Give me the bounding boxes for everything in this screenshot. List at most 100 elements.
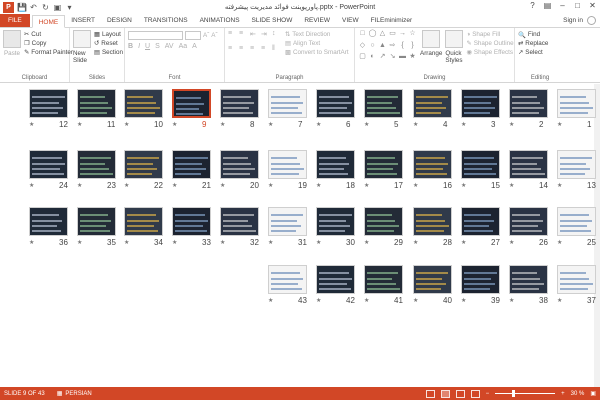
slide-thumbnail[interactable]	[124, 89, 163, 118]
slide-show-view-icon[interactable]	[470, 389, 480, 398]
slide-thumbnail[interactable]	[29, 207, 68, 236]
minimize-icon[interactable]: –	[555, 0, 570, 12]
format-painter-button[interactable]: ✎ Format Painter	[24, 48, 73, 57]
ribbon-display-icon[interactable]: ▤	[540, 0, 555, 12]
shape-fill-button[interactable]: ◑ Shape Fill	[466, 30, 513, 39]
slide-thumbnail[interactable]	[557, 207, 596, 236]
section-button[interactable]: ▤ Section	[94, 48, 123, 57]
slide-thumbnail[interactable]	[509, 207, 548, 236]
slide-thumbnail[interactable]	[316, 207, 355, 236]
slide-thumbnail[interactable]	[461, 150, 500, 179]
slide-thumbnail[interactable]	[316, 150, 355, 179]
tab-fileminimizer[interactable]: FILEminimizer	[365, 14, 419, 27]
language-indicator[interactable]: ▦ PERSIAN	[57, 390, 92, 398]
slide-thumbnail[interactable]	[172, 150, 211, 179]
slide-thumbnail[interactable]	[29, 89, 68, 118]
columns-icon[interactable]: ‖	[272, 45, 281, 57]
change-case-icon[interactable]: Aa	[179, 43, 188, 50]
slide-thumbnail[interactable]	[29, 150, 68, 179]
bold-icon[interactable]: B	[128, 43, 133, 50]
slide-thumbnail[interactable]	[461, 265, 500, 294]
slide-thumbnail[interactable]	[557, 89, 596, 118]
slide-thumbnail[interactable]	[413, 150, 452, 179]
slide-thumbnail[interactable]	[413, 265, 452, 294]
slide-thumbnail[interactable]	[77, 207, 116, 236]
slide-thumbnail[interactable]	[220, 89, 259, 118]
zoom-slider-thumb[interactable]	[512, 390, 516, 397]
align-right-icon[interactable]: ≡	[250, 45, 259, 57]
layout-button[interactable]: ▦ Layout	[94, 30, 123, 39]
slide-thumbnail[interactable]	[77, 89, 116, 118]
slide-thumbnail[interactable]	[172, 89, 211, 118]
shape-outline-button[interactable]: ✎ Shape Outline	[466, 39, 513, 48]
tab-review[interactable]: REVIEW	[298, 14, 336, 27]
zoom-out-icon[interactable]: −	[486, 391, 490, 397]
shape-effects-button[interactable]: ◉ Shape Effects	[466, 48, 513, 57]
bullets-icon[interactable]: ≡	[228, 30, 237, 43]
underline-icon[interactable]: U	[145, 43, 150, 50]
slide-thumbnail[interactable]	[364, 207, 403, 236]
reading-view-icon[interactable]	[455, 389, 465, 398]
slide-thumbnail[interactable]	[172, 207, 211, 236]
slide-thumbnail[interactable]	[364, 150, 403, 179]
slide-thumbnail[interactable]	[509, 265, 548, 294]
increase-indent-icon[interactable]: ⇥	[261, 30, 270, 43]
present-icon[interactable]: ▣	[53, 3, 62, 12]
fit-to-window-icon[interactable]: ▣	[590, 390, 596, 397]
zoom-slider[interactable]	[495, 390, 556, 397]
close-icon[interactable]: ✕	[585, 0, 600, 12]
smiley-icon[interactable]	[587, 16, 596, 25]
tab-transitions[interactable]: TRANSITIONS	[138, 14, 194, 27]
quick-styles-button[interactable]: Quick Styles	[445, 30, 464, 64]
help-icon[interactable]: ?	[525, 0, 540, 12]
paste-button[interactable]: Paste	[3, 30, 21, 57]
slide-thumbnail[interactable]	[77, 150, 116, 179]
select-button[interactable]: ↗ Select	[518, 48, 562, 57]
redo-icon[interactable]: ↻	[41, 3, 50, 12]
slide-thumbnail[interactable]	[268, 265, 307, 294]
shapes-gallery[interactable]: □ ◯ △ ▭ → ☆ ◇ ○ ▲ ⇨{} ▢ ◐ ↗ ↘ ▬ ★	[358, 30, 417, 64]
strikethrough-icon[interactable]: S	[155, 43, 160, 50]
align-left-icon[interactable]: ≡	[228, 45, 237, 57]
maximize-icon[interactable]: □	[570, 0, 585, 12]
tab-file[interactable]: FILE	[0, 14, 30, 27]
zoom-in-icon[interactable]: +	[561, 391, 565, 397]
customize-qat-icon[interactable]: ▾	[65, 3, 74, 12]
find-button[interactable]: 🔍 Find	[518, 30, 562, 39]
char-spacing-icon[interactable]: AV	[165, 43, 174, 50]
tab-animations[interactable]: ANIMATIONS	[194, 14, 246, 27]
copy-button[interactable]: ❐ Copy	[24, 39, 73, 48]
grow-font-icon[interactable]: Aˆ	[203, 31, 209, 40]
slide-thumbnail[interactable]	[220, 207, 259, 236]
slide-thumbnail[interactable]	[364, 89, 403, 118]
tab-insert[interactable]: INSERT	[65, 14, 101, 27]
font-size-box[interactable]	[185, 31, 201, 40]
slide-thumbnail[interactable]	[413, 207, 452, 236]
line-spacing-icon[interactable]: ↕	[272, 30, 281, 43]
cut-button[interactable]: ✂ Cut	[24, 30, 73, 39]
convert-smartart-button[interactable]: ▩ Convert to SmartArt	[285, 48, 349, 57]
shrink-font-icon[interactable]: Aˇ	[211, 31, 217, 40]
slide-thumbnail[interactable]	[268, 150, 307, 179]
slide-thumbnail[interactable]	[268, 207, 307, 236]
sign-in-link[interactable]: Sign in	[563, 17, 583, 24]
slide-thumbnail[interactable]	[316, 89, 355, 118]
tab-home[interactable]: HOME	[31, 15, 66, 28]
tab-view[interactable]: VIEW	[336, 14, 365, 27]
text-direction-button[interactable]: ⇅ Text Direction	[285, 30, 349, 39]
arrange-button[interactable]: Arrange	[420, 30, 442, 64]
slide-thumbnail[interactable]	[461, 207, 500, 236]
normal-view-icon[interactable]	[425, 389, 435, 398]
numbering-icon[interactable]: ≡	[239, 30, 248, 43]
align-center-icon[interactable]: ≡	[239, 45, 248, 57]
justify-icon[interactable]: ≡	[261, 45, 270, 57]
slide-thumbnail[interactable]	[124, 150, 163, 179]
save-icon[interactable]: 💾	[17, 3, 27, 12]
zoom-level[interactable]: 30 %	[571, 391, 585, 397]
reset-button[interactable]: ↺ Reset	[94, 39, 123, 48]
slide-thumbnail[interactable]	[461, 89, 500, 118]
undo-icon[interactable]: ↶	[29, 3, 38, 12]
slide-thumbnail[interactable]	[557, 150, 596, 179]
slide-thumbnail[interactable]	[124, 207, 163, 236]
decrease-indent-icon[interactable]: ⇤	[250, 30, 259, 43]
